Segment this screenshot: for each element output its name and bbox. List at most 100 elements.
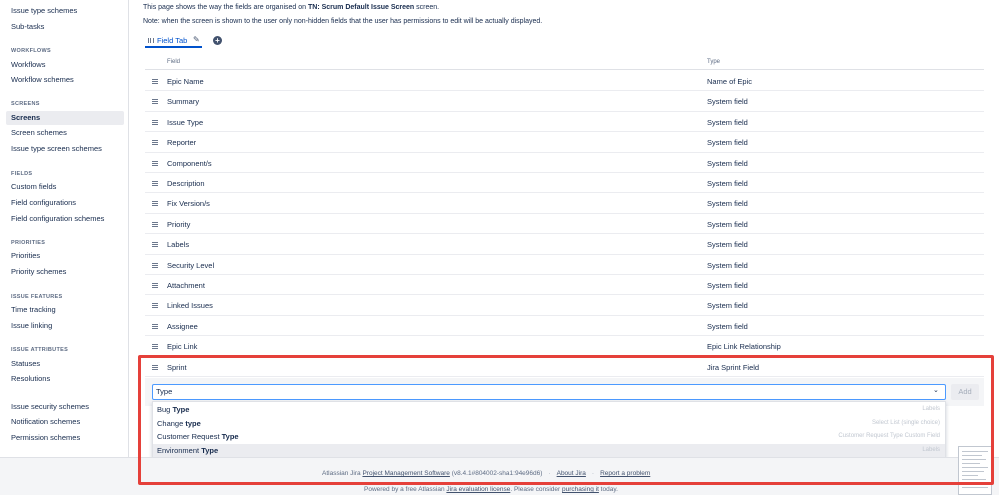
drag-handle-icon[interactable] (152, 181, 158, 186)
table-row[interactable]: Component/s System field (145, 153, 984, 173)
footer-link-about[interactable]: About Jira (557, 470, 586, 477)
drag-handle-icon[interactable] (152, 283, 158, 288)
drag-handle-icon[interactable] (152, 201, 158, 207)
admin-sidebar: Issue type schemes Sub-tasks WORKFLOWS W… (0, 0, 129, 457)
field-name: Fix Version/s (167, 199, 210, 209)
drag-handle-icon[interactable] (152, 242, 158, 248)
add-tab-button[interactable]: + (213, 36, 222, 45)
main-content: This page shows the way the fields are o… (130, 0, 999, 458)
add-field-button[interactable]: Add (951, 384, 979, 400)
sidebar-item-issue-security-schemes[interactable]: Issue security schemes (6, 400, 124, 414)
drag-handle-icon[interactable] (152, 364, 158, 370)
field-name: Description (167, 179, 205, 188)
footer-powered: Powered by a free Atlassian (364, 486, 447, 493)
table-row[interactable]: Fix Version/s System field (145, 193, 984, 214)
footer-separator: · (548, 470, 551, 477)
drag-handle-icon[interactable] (152, 99, 158, 105)
table-row[interactable]: Epic Link Epic Link Relationship (145, 336, 984, 357)
field-type: Jira Sprint Field (707, 362, 760, 372)
footer-link-report[interactable]: Report a problem (600, 470, 650, 477)
sidebar-item-field-configurations[interactable]: Field configurations (6, 196, 124, 210)
table-row[interactable]: Security Level System field (145, 255, 984, 275)
suggestion-match: Type (201, 445, 219, 455)
suggestion-item[interactable]: Customer Request Type Customer Request Ty… (153, 430, 945, 444)
suggestion-item[interactable]: Change type Select List (single choice) (153, 417, 945, 431)
field-name: Sprint (167, 362, 187, 372)
table-row[interactable]: Priority System field (145, 214, 984, 235)
add-field-input[interactable]: Type (152, 384, 946, 400)
field-type: System field (707, 179, 748, 188)
table-row[interactable]: Assignee System field (145, 316, 984, 337)
field-name: Attachment (167, 281, 205, 290)
drag-handle-icon[interactable] (152, 303, 158, 309)
sidebar-item-workflows[interactable]: Workflows (6, 58, 124, 72)
field-name: Security Level (167, 260, 215, 270)
suggestion-type: Labels (922, 446, 940, 453)
sidebar-item-custom-fields[interactable]: Custom fields (6, 180, 124, 194)
footer-line-2: Powered by a free Atlassian Jira evaluat… (364, 486, 618, 493)
suggestion-label: Bug Type (157, 405, 189, 414)
table-row[interactable]: Description System field (145, 173, 984, 194)
drag-handle-icon[interactable] (152, 221, 158, 227)
tab-field-tab[interactable]: Field Tab ✎ (145, 33, 202, 48)
suggestion-match: Type (221, 432, 239, 441)
drag-handle-icon[interactable] (152, 140, 158, 146)
suggestion-prefix: Customer Request (157, 432, 222, 441)
drag-handle-icon[interactable] (152, 119, 158, 125)
drag-handle-icon[interactable] (148, 38, 154, 43)
table-row[interactable]: Labels System field (145, 234, 984, 255)
table-header: Field Type (145, 55, 984, 70)
sidebar-item-sub-tasks[interactable]: Sub-tasks (6, 20, 124, 34)
suggestion-type: Select List (single choice) (871, 419, 940, 426)
field-name: Epic Name (167, 77, 204, 86)
suggestion-item[interactable]: Environment Type Labels (153, 443, 945, 457)
field-type: System field (707, 301, 748, 311)
sidebar-item-issue-type-screen-schemes[interactable]: Issue type screen schemes (6, 142, 124, 156)
sidebar-item-time-tracking[interactable]: Time tracking (6, 303, 124, 317)
sidebar-heading-issue-features: ISSUE FEATURES (11, 294, 63, 300)
pencil-icon[interactable]: ✎ (193, 36, 201, 44)
drag-handle-icon[interactable] (152, 79, 158, 84)
field-type: System field (707, 260, 748, 270)
suggestion-label: Environment Type (157, 446, 218, 455)
sidebar-item-statuses[interactable]: Statuses (6, 357, 124, 371)
table-row[interactable]: Summary System field (145, 91, 984, 112)
sidebar-item-notification-schemes[interactable]: Notification schemes (6, 415, 124, 429)
sidebar-item-resolutions[interactable]: Resolutions (6, 372, 124, 386)
table-row[interactable]: Attachment System field (145, 275, 984, 296)
field-name: Summary (167, 97, 200, 107)
suggestion-item[interactable]: Bug Type Labels (153, 403, 945, 417)
intro-suffix: screen. (414, 4, 440, 11)
footer-link-purchase[interactable]: purchasing it (562, 486, 599, 493)
drag-handle-icon[interactable] (152, 262, 158, 268)
sidebar-item-workflow-schemes[interactable]: Workflow schemes (6, 73, 124, 87)
table-row[interactable]: Linked Issues System field (145, 295, 984, 316)
field-name: Assignee (167, 321, 198, 331)
sidebar-item-issue-type-schemes[interactable]: Issue type schemes (6, 4, 124, 18)
drag-handle-icon[interactable] (152, 323, 158, 329)
table-row[interactable]: Issue Type System field (145, 112, 984, 133)
table-row[interactable]: Epic Name Name of Epic (145, 71, 984, 92)
sidebar-item-screens[interactable]: Screens (6, 111, 124, 125)
thumbnail-preview (958, 446, 992, 495)
sidebar-item-issue-linking[interactable]: Issue linking (6, 319, 124, 333)
sidebar-item-screen-schemes[interactable]: Screen schemes (6, 126, 124, 140)
chevron-down-icon[interactable]: ⌄ (933, 387, 939, 394)
intro-text: This page shows the way the fields are o… (143, 4, 439, 11)
table-row[interactable]: Reporter System field (145, 132, 984, 153)
suggestion-type: Customer Request Type Custom Field (838, 433, 940, 439)
drag-handle-icon[interactable] (152, 344, 158, 350)
footer-link-pms[interactable]: Project Management Software (362, 470, 449, 477)
field-name: Reporter (167, 138, 197, 148)
field-type: System field (707, 138, 748, 148)
table-row[interactable]: Sprint Jira Sprint Field (145, 357, 984, 377)
sidebar-item-permission-schemes[interactable]: Permission schemes (6, 431, 124, 445)
footer-link-license[interactable]: Jira evaluation license (446, 486, 510, 493)
sidebar-item-priorities[interactable]: Priorities (6, 249, 124, 263)
field-name: Issue Type (167, 117, 204, 127)
sidebar-item-field-configuration-schemes[interactable]: Field configuration schemes (6, 212, 124, 226)
suggestion-prefix: Environment (157, 445, 202, 455)
sidebar-item-priority-schemes[interactable]: Priority schemes (6, 265, 124, 279)
suggestion-label: Customer Request Type (157, 432, 239, 441)
drag-handle-icon[interactable] (152, 160, 158, 166)
